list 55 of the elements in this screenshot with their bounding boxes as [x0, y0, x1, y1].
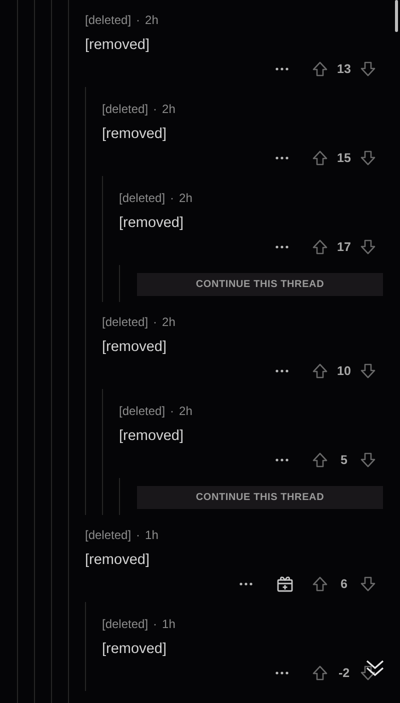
more-icon[interactable]	[275, 671, 289, 675]
comment-text: [removed]	[102, 125, 168, 144]
separator-dot: ·	[136, 13, 140, 27]
comment-time: 2h	[162, 315, 176, 329]
comment-text: [removed]	[85, 551, 150, 570]
comment-time: 1h	[145, 528, 158, 542]
continue-thread-button[interactable]: CONTINUE THIS THREAD	[137, 486, 383, 509]
upvote-icon[interactable]	[312, 239, 328, 255]
separator-dot: ·	[153, 617, 158, 631]
downvote-icon[interactable]	[360, 665, 376, 681]
comment-text: [removed]	[119, 214, 184, 233]
author-name[interactable]: [deleted]	[102, 617, 148, 631]
more-icon[interactable]	[275, 245, 289, 249]
vote-count: -2	[337, 666, 351, 680]
comment-text: [removed]	[102, 338, 168, 357]
author-name[interactable]: [deleted]	[102, 315, 148, 329]
more-icon[interactable]	[275, 67, 289, 71]
comment-text: [removed]	[102, 640, 168, 659]
upvote-icon[interactable]	[312, 61, 328, 77]
author-name[interactable]: [deleted]	[119, 191, 166, 205]
comment-time: 1h	[162, 617, 176, 631]
separator-dot: ·	[153, 315, 158, 329]
separator-dot: ·	[170, 191, 174, 205]
vote-count: 10	[336, 364, 352, 378]
author-name[interactable]: [deleted]	[85, 528, 132, 542]
double-chevron-down-icon[interactable]	[365, 658, 385, 678]
comment-text: [removed]	[85, 36, 150, 55]
gift-icon[interactable]	[276, 575, 294, 593]
upvote-icon[interactable]	[312, 363, 328, 379]
more-icon[interactable]	[275, 458, 289, 462]
comment-time: 2h	[179, 404, 192, 418]
vote-count: 5	[340, 453, 348, 467]
upvote-icon[interactable]	[312, 576, 328, 592]
separator-dot: ·	[170, 404, 174, 418]
continue-thread-button[interactable]: CONTINUE THIS THREAD	[137, 273, 383, 296]
vote-count: 17	[336, 240, 352, 254]
vote-count: 6	[340, 577, 348, 591]
more-icon[interactable]	[275, 156, 289, 160]
vote-count: 13	[336, 62, 352, 76]
author-name[interactable]: [deleted]	[102, 102, 148, 116]
more-icon[interactable]	[239, 582, 253, 586]
upvote-icon[interactable]	[312, 150, 328, 166]
scrollbar[interactable]	[395, 0, 398, 32]
separator-dot: ·	[136, 528, 140, 542]
comment-text: [removed]	[119, 427, 184, 446]
upvote-icon[interactable]	[312, 452, 328, 468]
comment-time: 2h	[162, 102, 176, 116]
vote-count: 15	[336, 151, 352, 165]
separator-dot: ·	[153, 102, 158, 116]
author-name[interactable]: [deleted]	[119, 404, 166, 418]
author-name[interactable]: [deleted]	[85, 13, 132, 27]
comment-time: 2h	[145, 13, 158, 27]
comment-time: 2h	[179, 191, 192, 205]
more-icon[interactable]	[275, 369, 289, 373]
upvote-icon[interactable]	[312, 665, 328, 681]
